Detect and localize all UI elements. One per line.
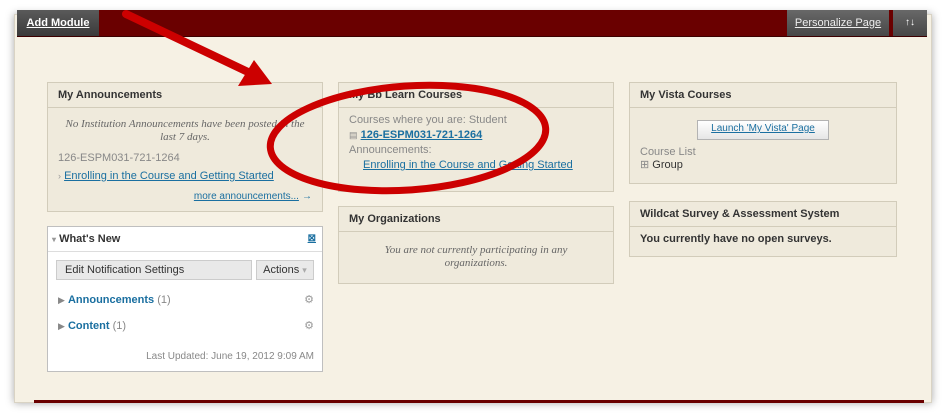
launch-vista-button[interactable]: Launch 'My Vista' Page [697,120,829,140]
item-label[interactable]: Content [68,320,110,332]
expand-arrow-icon: ▶ [58,321,65,331]
actions-menu[interactable]: Actions ▾ [256,260,314,280]
course-list-label: Course List [640,146,696,158]
sort-icon[interactable]: ↑↓ [893,10,927,36]
course-announcement-link[interactable]: Enrolling in the Course and Getting Star… [363,159,573,171]
module-title: My Announcements [48,83,322,108]
wildcat-survey-module: Wildcat Survey & Assessment System You c… [629,201,897,257]
bullet-icon: › [58,171,61,181]
footer-divider [34,400,924,403]
add-module-button[interactable]: Add Module [17,10,99,36]
chevron-down-icon: ▾ [302,265,307,275]
more-announcements-link[interactable]: more announcements... [194,191,299,202]
group-item[interactable]: ⊞ Group [640,158,886,171]
arrow-right-icon: → [302,191,312,202]
announcement-item: › Enrolling in the Course and Getting St… [58,170,312,182]
module-title: What's New [59,233,121,245]
course-link[interactable]: 126-ESPM031-721-1264 [361,129,483,141]
my-announcements-module: My Announcements No Institution Announce… [47,82,323,212]
last-updated-text: Last Updated: June 19, 2012 9:09 AM [146,351,314,362]
course-row: ▤ 126-ESPM031-721-1264 [349,129,603,141]
role-text: Courses where you are: Student [349,114,507,126]
whats-new-item-content[interactable]: ▶ Content (1) ⚙ [58,317,314,335]
actions-label: Actions [263,264,300,276]
announcement-link[interactable]: Enrolling in the Course and Getting Star… [64,170,274,182]
module-toolbar: Add Module Personalize Page ↑↓ [17,10,927,37]
organizations-text: You are not currently participating in a… [384,244,568,269]
my-vista-courses-module: My Vista Courses Launch 'My Vista' Page … [629,82,897,184]
group-label: Group [652,159,683,171]
no-announcements-text: No Institution Announcements have been p… [65,118,305,143]
gear-icon[interactable]: ⚙ [304,317,314,335]
my-bb-learn-courses-module: My Bb Learn Courses Courses where you ar… [338,82,614,192]
module-title: My Bb Learn Courses [339,83,613,108]
edit-notification-settings-button[interactable]: Edit Notification Settings [56,260,252,280]
item-count: (1) [157,294,171,306]
whats-new-item-announcements[interactable]: ▶ Announcements (1) ⚙ [58,291,314,309]
module-title: Wildcat Survey & Assessment System [630,202,896,227]
announcements-label: Announcements: [349,144,432,156]
course-code: 126-ESPM031-721-1264 [58,152,180,164]
expand-arrow-icon: ▶ [58,295,65,305]
item-count: (1) [112,320,127,332]
module-title: My Vista Courses [630,83,896,108]
whats-new-header: ▾ What's New ⊠ [48,227,322,252]
personalize-page-button[interactable]: Personalize Page [787,10,889,36]
expand-icon[interactable]: ⊠ [308,227,316,251]
gear-icon[interactable]: ⚙ [304,291,314,309]
module-title: My Organizations [339,207,613,232]
plus-icon[interactable]: ⊞ [640,159,649,171]
item-label[interactable]: Announcements [68,294,154,306]
my-organizations-module: My Organizations You are not currently p… [338,206,614,284]
no-surveys-text: You currently have no open surveys. [640,233,832,245]
course-icon: ▤ [349,130,358,140]
whats-new-module: ▾ What's New ⊠ Edit Notification Setting… [47,226,323,372]
collapse-icon[interactable]: ▾ [52,235,56,244]
